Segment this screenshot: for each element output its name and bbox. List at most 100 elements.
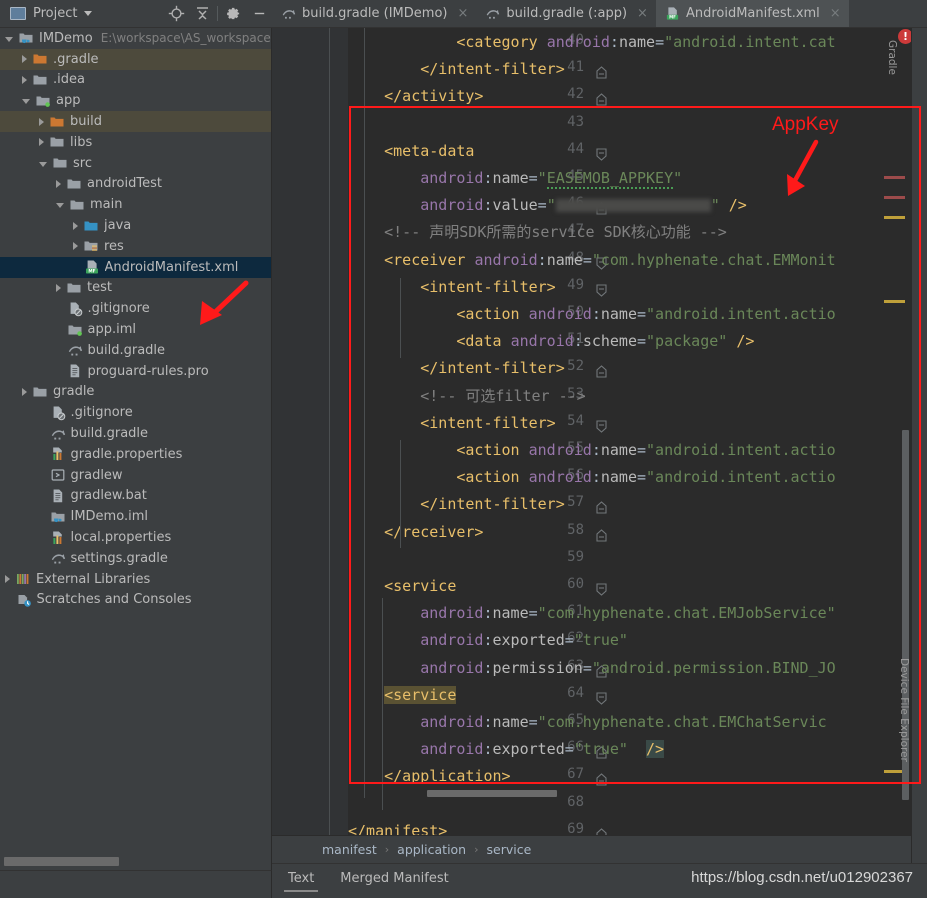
tree-item--gitignore[interactable]: .gitignore — [0, 298, 271, 319]
code-token: name — [600, 468, 637, 487]
breadcrumb-item[interactable]: service — [487, 842, 532, 857]
collapse-all-icon[interactable] — [189, 1, 215, 27]
stripe-marker[interactable] — [884, 300, 905, 303]
chevron-right-icon[interactable] — [73, 221, 78, 230]
tree-item-local-properties[interactable]: local.properties — [0, 527, 271, 548]
editor-tab-2[interactable]: build.gradle (:app) × — [476, 0, 656, 27]
project-horizontal-scrollbar[interactable] — [4, 857, 119, 866]
code-token: android — [528, 305, 592, 323]
close-icon[interactable]: × — [637, 6, 648, 21]
chevron-down-icon[interactable] — [56, 203, 64, 209]
minimize-icon[interactable] — [246, 1, 272, 27]
code-editor[interactable]: 4041424344454647484950515253545556575859… — [272, 28, 927, 835]
project-pane-icon — [10, 7, 26, 20]
project-tree-panel[interactable]: IMDemo E:\workspace\AS_workspace .gradle .i… — [0, 28, 272, 870]
stripe-marker[interactable] — [884, 216, 905, 219]
chevron-right-icon[interactable] — [22, 75, 27, 84]
chevron-right-icon[interactable] — [39, 138, 44, 147]
tree-item-gradle[interactable]: gradle — [0, 382, 271, 403]
tree-item-proguard-rules-pro[interactable]: proguard-rules.pro — [0, 361, 271, 382]
tree-item-libs[interactable]: libs — [0, 132, 271, 153]
tree-item-app-iml[interactable]: app.iml — [0, 319, 271, 340]
code-token: android — [420, 196, 484, 215]
device-file-explorer-tab[interactable]: Device File Explorer — [898, 658, 910, 778]
code-text-area[interactable]: <category android:name="android.intent.c… — [348, 28, 927, 835]
tree-item-settings-gradle[interactable]: settings.gradle — [0, 548, 271, 569]
chevron-down-icon[interactable] — [84, 11, 93, 16]
chevron-down-icon[interactable] — [22, 99, 30, 105]
code-token: = — [528, 169, 538, 187]
chevron-right-icon[interactable] — [56, 283, 61, 292]
indent-guide — [364, 28, 365, 798]
tree-item-build-gradle[interactable]: build.gradle — [0, 423, 271, 444]
chevron-down-icon[interactable] — [5, 36, 13, 42]
tree-item-java[interactable]: java — [0, 215, 271, 236]
gradle-icon — [487, 10, 500, 19]
chevron-down-icon[interactable] — [39, 161, 47, 167]
tree-item-imdemo[interactable]: IMDemo E:\workspace\AS_workspace — [0, 28, 271, 49]
tree-item-external-libraries[interactable]: External Libraries — [0, 569, 271, 590]
chevron-right-icon[interactable] — [22, 55, 27, 64]
code-line-67: </application> — [348, 766, 511, 786]
tree-item-label: .gitignore — [70, 405, 133, 421]
bottom-tab-merged-manifest[interactable]: Merged Manifest — [336, 871, 452, 892]
chevron-right-icon[interactable] — [22, 387, 27, 396]
tree-item-app[interactable]: app — [0, 90, 271, 111]
breadcrumb-item[interactable]: manifest — [322, 842, 377, 857]
gradle-tool-tab[interactable]: Gradle — [886, 40, 898, 100]
right-tool-window-bar: Gradle Device File Explorer — [886, 28, 927, 898]
tree-item-androidmanifest-xml[interactable]: MF AndroidManifest.xml — [0, 256, 271, 278]
chevron-right-icon[interactable] — [39, 117, 44, 126]
tree-item-gradlew-bat[interactable]: gradlew.bat — [0, 486, 271, 507]
code-token: = — [528, 713, 538, 731]
tree-item--idea[interactable]: .idea — [0, 70, 271, 91]
code-token: : — [483, 658, 493, 677]
editor-tab-3[interactable]: MF AndroidManifest.xml × — [655, 0, 849, 27]
tree-item-gradle-properties[interactable]: gradle.properties — [0, 444, 271, 465]
svg-text:MF: MF — [669, 15, 676, 20]
editor-tab-1[interactable]: build.gradle (IMDemo) × — [272, 0, 476, 27]
tree-item-main[interactable]: main — [0, 194, 271, 215]
tree-item-label: main — [90, 197, 123, 213]
chevron-right-icon[interactable] — [73, 242, 78, 251]
bottom-tab-text[interactable]: Text — [284, 871, 319, 892]
code-line-62: android:exported="true" — [348, 630, 628, 650]
manifest-icon: MF — [85, 260, 98, 275]
properties-icon — [52, 531, 62, 544]
indent-guide — [400, 440, 401, 548]
code-token: android — [420, 713, 484, 731]
close-icon[interactable]: × — [457, 6, 468, 21]
chevron-right-icon[interactable] — [56, 179, 61, 188]
tree-item-androidtest[interactable]: androidTest — [0, 174, 271, 195]
tree-item-gradlew[interactable]: gradlew — [0, 465, 271, 486]
code-token: </application> — [384, 767, 511, 786]
folder-icon — [33, 75, 47, 85]
settings-gear-icon[interactable] — [220, 1, 246, 27]
tree-item-imdemo-iml[interactable]: IMDemo.iml — [0, 506, 271, 527]
chevron-right-icon[interactable] — [5, 575, 10, 584]
tree-item-test[interactable]: test — [0, 278, 271, 299]
tree-item-scratches-and-consoles[interactable]: Scratches and Consoles — [0, 590, 271, 611]
tree-item-build[interactable]: build — [0, 111, 271, 132]
tree-item-build-gradle[interactable]: build.gradle — [0, 340, 271, 361]
tree-item-label: build.gradle — [70, 426, 149, 442]
editor-status-bar: Text Merged Manifest https://blog.csdn.ne… — [272, 863, 927, 898]
tree-item--gradle[interactable]: .gradle — [0, 48, 271, 70]
code-token-selected: <service — [384, 685, 457, 704]
tree-item--gitignore[interactable]: .gitignore — [0, 402, 271, 423]
stripe-marker[interactable] — [884, 196, 905, 199]
locate-target-icon[interactable] — [163, 1, 189, 27]
gradle-icon — [68, 346, 82, 356]
close-icon[interactable]: × — [830, 6, 841, 21]
breadcrumb-item[interactable]: application — [397, 842, 466, 857]
tree-item-src[interactable]: src — [0, 153, 271, 174]
breadcrumb[interactable]: manifest › application › service — [272, 835, 911, 863]
stripe-marker[interactable] — [884, 176, 905, 179]
code-token-caret: /> — [646, 740, 665, 759]
code-token: : — [609, 33, 619, 51]
tree-item-res[interactable]: res — [0, 236, 271, 257]
editor-horizontal-scrollbar[interactable] — [427, 790, 557, 797]
tree-item-label: gradlew — [70, 467, 123, 483]
